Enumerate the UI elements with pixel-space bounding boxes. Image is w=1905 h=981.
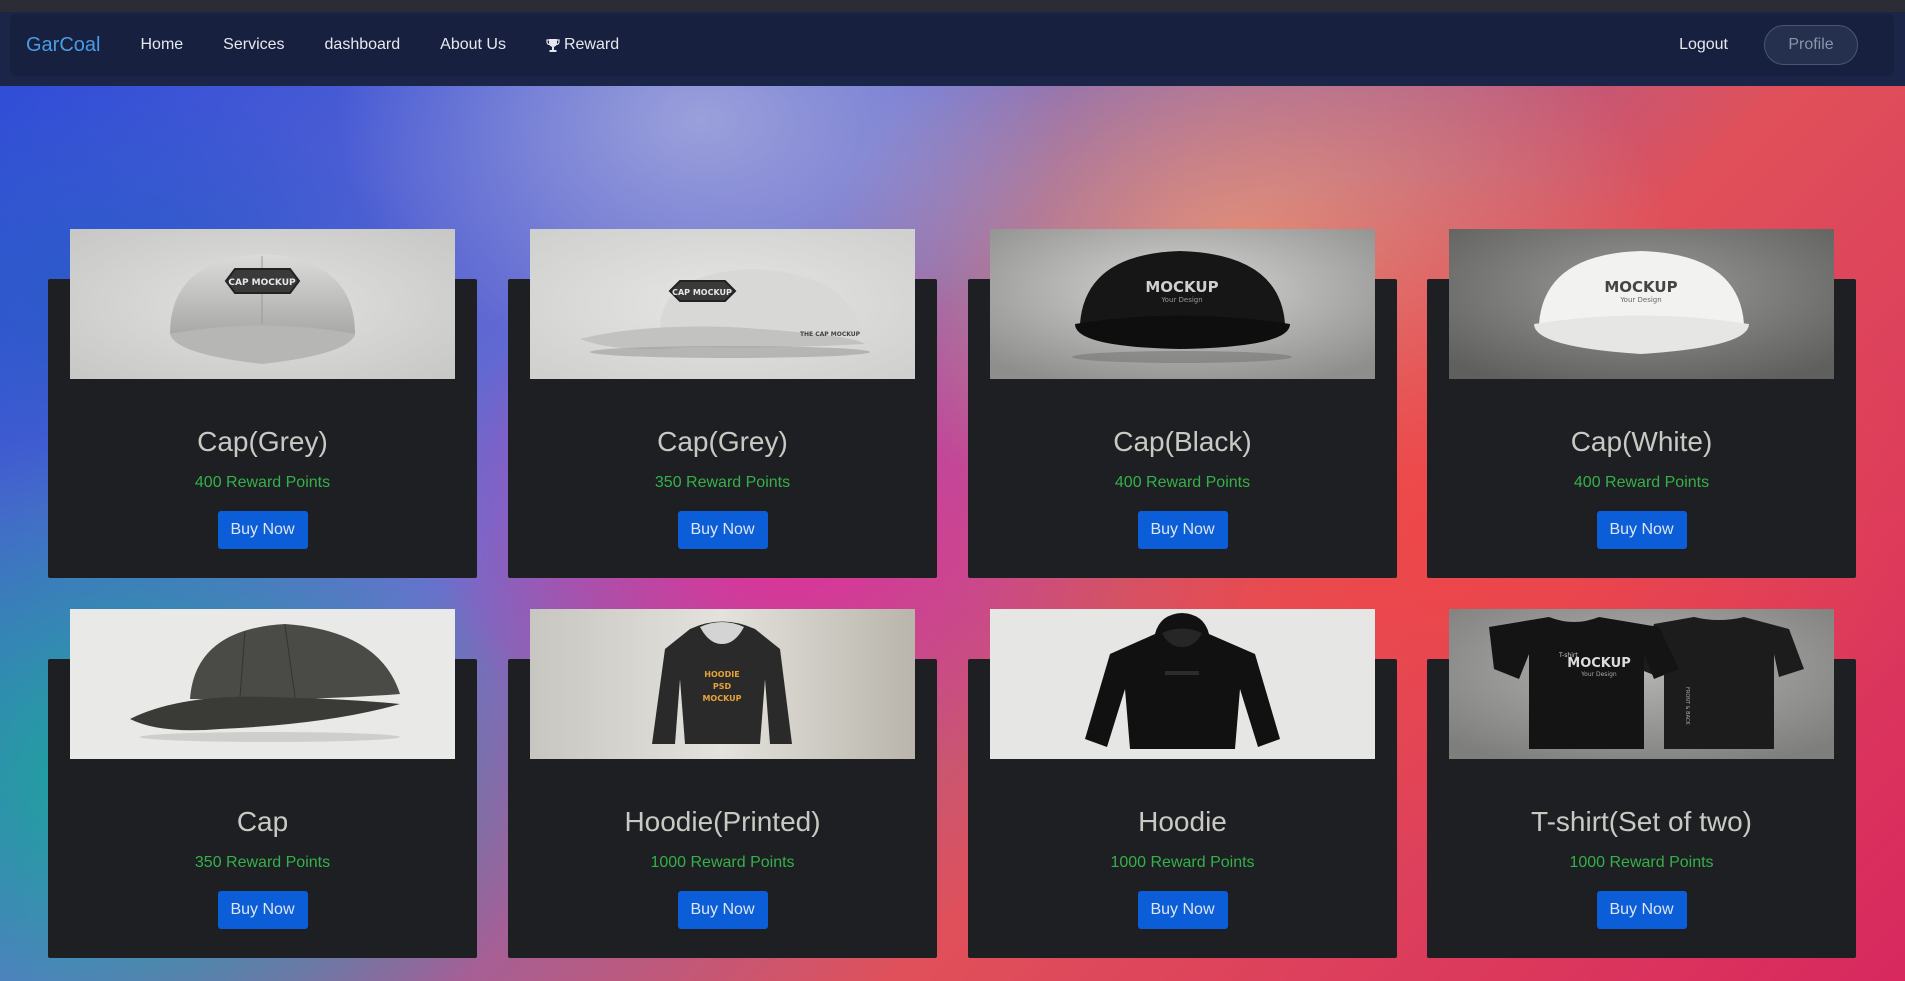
product-points: 1000 Reward Points [650,854,795,871]
product-image-tshirt-set: T-shirt MOCKUP Your Design FRONT & BACK [1449,609,1834,759]
navbar-wrapper: GarCoal Home Services dashboard About Us… [0,12,1905,86]
nav-item-reward[interactable]: Reward [546,36,619,54]
product-image-cap-grey: CAP MOCKUP [70,229,455,379]
the-cap-mockup-label: THE CAP MOCKUP [800,331,861,338]
product-points: 400 Reward Points [1114,474,1251,491]
your-design-label: Your Design [1160,296,1202,304]
cap-mockup-label: CAP MOCKUP [672,288,732,297]
product-card: T-shirt MOCKUP Your Design FRONT & BACK … [1427,609,1856,958]
nav-item-services[interactable]: Services [223,36,284,54]
product-image-cap-black: MOCKUP Your Design [990,229,1375,379]
product-card: CAP MOCKUP THE CAP MOCKUP Cap(Grey) 350 … [508,229,937,578]
product-title: Cap(Grey) [657,426,788,457]
product-card: CAP MOCKUP Cap(Grey) 400 Reward Points B… [48,229,477,578]
trophy-icon [546,38,560,53]
product-points: 400 Reward Points [194,474,331,491]
buy-now-button[interactable]: Buy Now [217,511,308,549]
nav-item-dashboard[interactable]: dashboard [325,36,401,54]
buy-now-button[interactable]: Buy Now [217,891,308,929]
product-points: 400 Reward Points [1573,474,1710,491]
product-points: 350 Reward Points [654,474,791,491]
product-card: MOCKUP Your Design Cap(White) 400 Reward… [1427,229,1856,578]
product-image-cap [70,609,455,759]
your-design-label: Your Design [1580,671,1617,678]
product-title: Cap [236,806,289,837]
brand-logo[interactable]: GarCoal [26,34,100,57]
product-card: Cap 350 Reward Points Buy Now [48,609,477,958]
front-back-label: FRONT & BACK [1684,687,1690,725]
navbar: GarCoal Home Services dashboard About Us… [10,14,1894,76]
product-points: 1000 Reward Points [1110,854,1255,871]
product-title: Cap(White) [1570,426,1713,457]
cap-mockup-label: CAP MOCKUP [228,278,296,288]
buy-now-button[interactable]: Buy Now [1596,891,1687,929]
psd-label: PSD [713,682,732,691]
mockup-label: MOCKUP [1567,656,1630,671]
buy-now-button[interactable]: Buy Now [677,891,768,929]
product-title: Cap(Black) [1113,426,1252,457]
nav-item-about-us[interactable]: About Us [440,36,506,54]
product-points: 1000 Reward Points [1569,854,1714,871]
product-image-hoodie-printed: HOODIE PSD MOCKUP [530,609,915,759]
product-card: HOODIE PSD MOCKUP Hoodie(Printed) 1000 R… [508,609,937,958]
mockup-label: MOCKUP [702,694,741,703]
hoodie-label: HOODIE [704,670,739,679]
product-card: Hoodie 1000 Reward Points Buy Now [968,609,1397,958]
product-title: T-shirt(Set of two) [1531,806,1752,837]
mockup-label: MOCKUP [1145,278,1218,296]
product-title: Hoodie [1138,806,1227,837]
product-title: Hoodie(Printed) [624,806,821,837]
buy-now-button[interactable]: Buy Now [1596,511,1687,549]
profile-button[interactable]: Profile [1764,25,1858,65]
product-image-cap-grey-side: CAP MOCKUP THE CAP MOCKUP [530,229,915,379]
product-image-hoodie [990,609,1375,759]
your-design-label: Your Design [1619,296,1661,304]
nav-right-group: Logout Profile [1679,25,1878,65]
product-card: MOCKUP Your Design Cap(Black) 400 Reward… [968,229,1397,578]
logout-link[interactable]: Logout [1679,36,1728,54]
buy-now-button[interactable]: Buy Now [1137,511,1228,549]
buy-now-button[interactable]: Buy Now [1137,891,1228,929]
product-image-cap-white: MOCKUP Your Design [1449,229,1834,379]
buy-now-button[interactable]: Buy Now [677,511,768,549]
mockup-label: MOCKUP [1604,278,1677,296]
nav-item-reward-label: Reward [563,36,620,53]
product-points: 350 Reward Points [194,854,331,871]
product-title: Cap(Grey) [197,426,328,457]
nav-item-home[interactable]: Home [140,36,183,54]
